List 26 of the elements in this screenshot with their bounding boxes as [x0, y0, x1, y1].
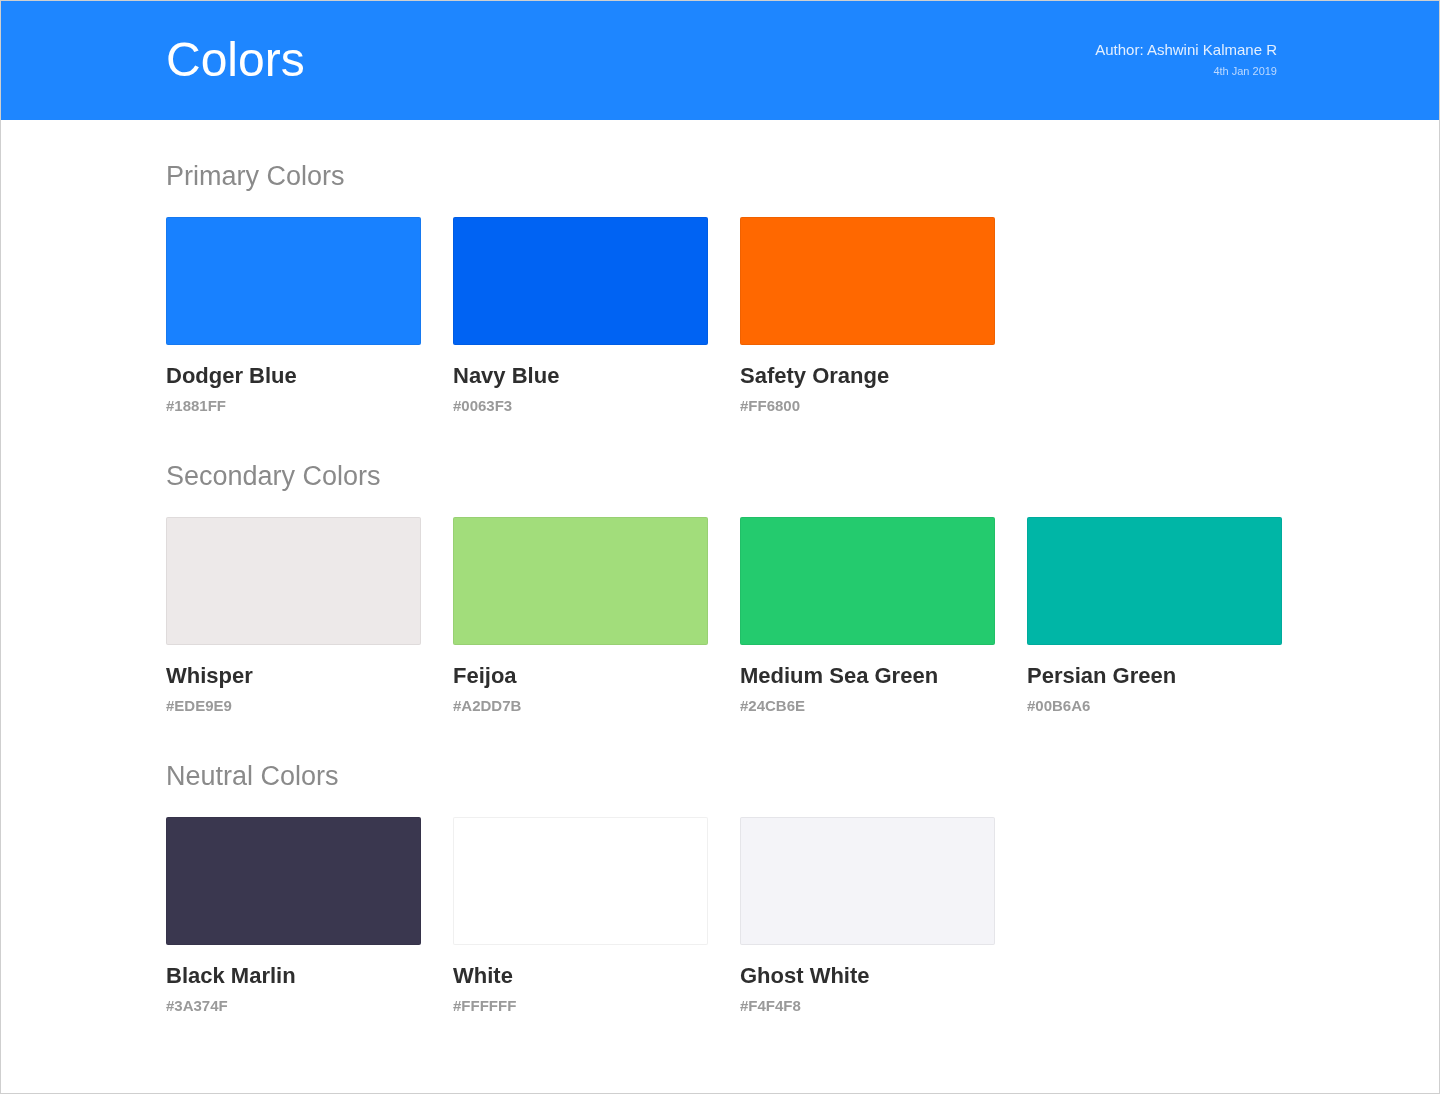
- hex-code: #A2DD7B: [453, 696, 523, 716]
- hex-code: #00B6A6: [1027, 696, 1092, 716]
- color-name: Whisper: [166, 662, 254, 690]
- color-name: Medium Sea Green: [740, 662, 940, 690]
- section-title: Primary Colors: [166, 160, 346, 193]
- hex-code: #0063F3: [453, 396, 514, 416]
- hex-code: #FFFFFF: [453, 996, 518, 1016]
- color-name: Navy Blue: [453, 362, 561, 390]
- hex-code: #1881FF: [166, 396, 228, 416]
- color-name: Safety Orange: [740, 362, 891, 390]
- date-text: 4th Jan 2019: [1213, 64, 1277, 78]
- section-title: Secondary Colors: [166, 460, 382, 493]
- color-name: Feijoa: [453, 662, 518, 690]
- color-name: White: [453, 962, 514, 990]
- hex-code: #F4F4F8: [740, 996, 802, 1016]
- color-name: Persian Green: [1027, 662, 1178, 690]
- hex-code: #3A374F: [166, 996, 229, 1016]
- page-title: Colors: [166, 32, 305, 88]
- hex-code: #FF6800: [740, 396, 802, 416]
- author-text: Author: Ashwini Kalmane R: [1095, 40, 1277, 60]
- section-title: Neutral Colors: [166, 760, 340, 793]
- color-name: Dodger Blue: [166, 362, 298, 390]
- hex-code: #24CB6E: [740, 696, 807, 716]
- color-name: Ghost White: [740, 962, 871, 990]
- hex-code: #EDE9E9: [166, 696, 233, 716]
- color-name: Black Marlin: [166, 962, 297, 990]
